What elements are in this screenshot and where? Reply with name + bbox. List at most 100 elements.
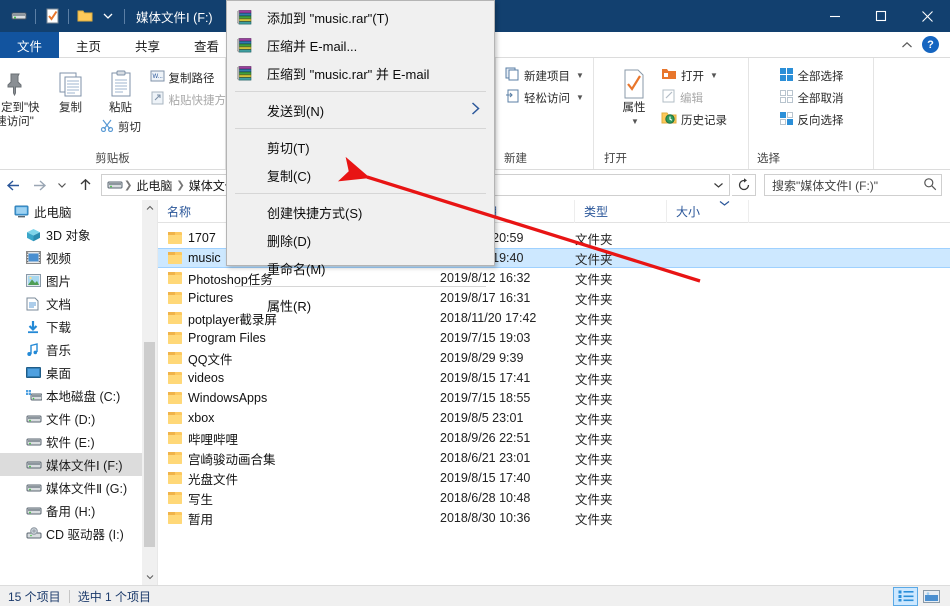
scroll-thumb[interactable] <box>144 342 155 547</box>
up-button[interactable] <box>72 172 98 198</box>
scroll-up-button[interactable] <box>142 200 157 216</box>
tab-share[interactable]: 共享 <box>118 32 177 58</box>
properties-button[interactable]: 属性 ▼ <box>611 63 657 129</box>
sidebar-item-label: 图片 <box>46 271 71 290</box>
help-button[interactable]: ? <box>922 36 939 53</box>
column-header-type[interactable]: 类型 <box>575 200 667 223</box>
sidebar-item-8[interactable]: 本地磁盘 (C:) <box>0 384 157 407</box>
file-name-label: music <box>188 251 221 265</box>
chevron-down-icon[interactable]: ▼ <box>576 93 584 102</box>
cut-button[interactable]: 剪切 <box>96 115 145 136</box>
context-menu-item[interactable]: 压缩到 "music.rar" 并 E-mail <box>227 59 494 87</box>
chevron-down-icon[interactable]: ▼ <box>576 71 584 80</box>
column-header-size[interactable]: 大小 <box>667 200 749 223</box>
folder-icon <box>168 492 182 504</box>
sidebar-item-10[interactable]: 软件 (E:) <box>0 430 157 453</box>
refresh-button[interactable] <box>732 174 756 196</box>
open-button[interactable]: 打开 ▼ <box>657 65 731 86</box>
sidebar-item-12[interactable]: 媒体文件Ⅱ (G:) <box>0 476 157 499</box>
sidebar-item-7[interactable]: 桌面 <box>0 361 157 384</box>
context-menu-item[interactable]: 添加到 "music.rar"(T) <box>227 3 494 31</box>
table-row[interactable]: videos2019/8/15 17:41文件夹 <box>158 368 950 388</box>
cell-name: 光盘文件 <box>158 469 440 488</box>
address-bar-dropdown[interactable] <box>707 175 729 195</box>
sidebar-item-13[interactable]: 备用 (H:) <box>0 499 157 522</box>
folder-icon <box>168 272 182 284</box>
sidebar-item-14[interactable]: CD 驱动器 (I:) <box>0 522 157 545</box>
recent-locations-button[interactable] <box>52 172 72 198</box>
nav-scrollbar[interactable] <box>142 200 157 585</box>
sidebar-item-3[interactable]: 图片 <box>0 269 157 292</box>
search-input[interactable]: 搜索"媒体文件Ⅰ (F:)" <box>772 177 878 194</box>
context-menu-item[interactable]: 属性(R) <box>227 291 494 319</box>
table-row[interactable]: 写生2018/6/28 10:48文件夹 <box>158 488 950 508</box>
search-box[interactable]: 搜索"媒体文件Ⅰ (F:)" <box>764 174 942 196</box>
new-item-button[interactable]: 新建项目 ▼ <box>501 65 588 86</box>
sidebar-item-1[interactable]: 3D 对象 <box>0 223 157 246</box>
sidebar-item-label: 文档 <box>46 294 71 313</box>
tab-home[interactable]: 主页 <box>59 32 118 58</box>
table-row[interactable]: 光盘文件2019/8/15 17:40文件夹 <box>158 468 950 488</box>
select-all-button[interactable]: 全部选择 <box>775 65 848 86</box>
status-bar: 15 个项目 选中 1 个项目 <box>0 585 950 606</box>
file-name-label: 哔哩哔哩 <box>188 429 238 448</box>
table-row[interactable]: 哔哩哔哩2018/9/26 22:51文件夹 <box>158 428 950 448</box>
select-none-button[interactable]: 全部取消 <box>775 87 848 108</box>
chevron-down-icon[interactable]: ▼ <box>710 71 718 80</box>
file-name-label: Program Files <box>188 331 266 345</box>
context-menu-item[interactable]: 剪切(T) <box>227 133 494 161</box>
edit-button[interactable]: 编辑 <box>657 87 731 108</box>
maximize-button[interactable] <box>858 0 904 32</box>
table-row[interactable]: xbox2019/8/5 23:01文件夹 <box>158 408 950 428</box>
context-menu-item[interactable]: 创建快捷方式(S) <box>227 198 494 226</box>
sidebar-item-6[interactable]: 音乐 <box>0 338 157 361</box>
search-icon[interactable] <box>923 177 937 194</box>
open-folder-icon <box>661 67 677 84</box>
sidebar-item-9[interactable]: 文件 (D:) <box>0 407 157 430</box>
context-menu-item[interactable]: 压缩并 E-mail... <box>227 31 494 59</box>
copy-button[interactable]: 复制 <box>46 63 96 115</box>
paste-button[interactable]: 粘贴 <box>96 63 146 115</box>
table-row[interactable]: 暂用2018/8/30 10:36文件夹 <box>158 508 950 528</box>
sidebar-item-4[interactable]: 文档 <box>0 292 157 315</box>
sidebar-item-label: 本地磁盘 (C:) <box>46 386 120 405</box>
table-row[interactable]: Program Files2019/7/15 19:03文件夹 <box>158 328 950 348</box>
context-menu-item[interactable]: 复制(C) <box>227 161 494 189</box>
table-row[interactable]: QQ文件2019/8/29 9:39文件夹 <box>158 348 950 368</box>
sidebar-item-0[interactable]: 此电脑 <box>0 200 157 223</box>
cell-name: 宫崎骏动画合集 <box>158 449 440 468</box>
history-button[interactable]: 历史记录 <box>657 109 731 130</box>
table-row[interactable]: 宫崎骏动画合集2018/6/21 23:01文件夹 <box>158 448 950 468</box>
folder-icon <box>168 372 182 384</box>
breadcrumb-item-computer[interactable]: 此电脑 <box>133 177 175 194</box>
chevron-down-icon[interactable] <box>719 199 730 208</box>
context-menu-item[interactable]: 发送到(N) <box>227 96 494 124</box>
sidebar-item-5[interactable]: 下载 <box>0 315 157 338</box>
sidebar-item-2[interactable]: 视频 <box>0 246 157 269</box>
table-row[interactable]: WindowsApps2019/7/15 18:55文件夹 <box>158 388 950 408</box>
properties-check-icon[interactable] <box>41 5 63 27</box>
easy-access-button[interactable]: 轻松访问 ▼ <box>501 87 588 108</box>
forward-button[interactable] <box>26 172 52 198</box>
scroll-down-button[interactable] <box>142 569 157 585</box>
chevron-down-icon[interactable]: ▼ <box>631 115 639 129</box>
tab-file[interactable]: 文件 <box>0 32 59 58</box>
invert-selection-button[interactable]: 反向选择 <box>775 109 848 130</box>
back-button[interactable] <box>0 172 26 198</box>
large-icons-view-button[interactable] <box>919 587 944 606</box>
pin-to-quick-access-button[interactable]: 固定到"快速访问" <box>0 63 46 129</box>
chevron-down-icon[interactable] <box>707 175 729 195</box>
context-menu-item[interactable]: 重命名(M) <box>227 254 494 282</box>
minimize-button[interactable] <box>812 0 858 32</box>
sidebar-item-11[interactable]: 媒体文件Ⅰ (F:) <box>0 453 157 476</box>
quick-access-toolbar <box>0 5 129 27</box>
drive-icon[interactable] <box>8 5 30 27</box>
close-button[interactable] <box>904 0 950 32</box>
details-view-button[interactable] <box>893 587 918 606</box>
chevron-up-icon[interactable] <box>901 38 913 52</box>
cell-date: 2018/6/21 23:01 <box>440 451 575 465</box>
chevron-down-icon[interactable] <box>97 5 119 27</box>
folder-icon[interactable] <box>74 5 96 27</box>
file-name-label: xbox <box>188 411 214 425</box>
context-menu-item[interactable]: 删除(D) <box>227 226 494 254</box>
